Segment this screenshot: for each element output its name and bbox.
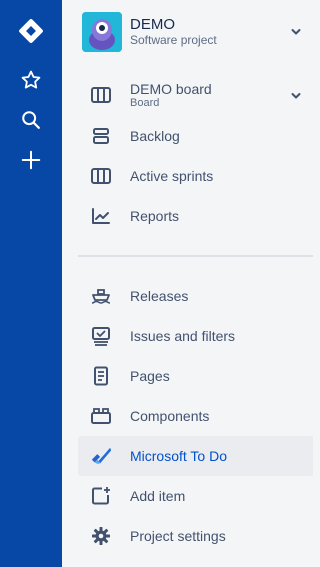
nav-item-label: Pages — [130, 368, 170, 384]
nav-item-label: Components — [130, 408, 210, 424]
nav-item-backlog[interactable]: Backlog — [78, 116, 313, 156]
search-button[interactable] — [0, 100, 62, 140]
nav-item-label: Issues and filters — [130, 328, 236, 344]
nav-item-label: Releases — [130, 288, 189, 304]
issues-icon — [90, 326, 112, 346]
nav-item-active-sprints[interactable]: Active sprints — [78, 156, 313, 196]
nav-item-label: Add item — [130, 488, 186, 504]
project-type: Software project — [130, 33, 217, 47]
nav-item-label: Active sprints — [130, 168, 214, 184]
monster-avatar-icon — [82, 12, 122, 52]
ship-icon — [90, 286, 112, 306]
active-sprints-icon — [90, 166, 112, 186]
board-subtitle: Board — [130, 97, 160, 109]
nav-item-pages[interactable]: Pages — [78, 356, 313, 396]
global-navigation — [0, 0, 62, 567]
nav-item-issues-and-filters[interactable]: Issues and filters — [78, 316, 313, 356]
components-icon — [90, 406, 112, 426]
page-icon — [90, 366, 112, 386]
create-button[interactable] — [0, 140, 62, 180]
add-item-icon — [90, 486, 112, 506]
reports-icon — [90, 206, 112, 226]
project-name: DEMO — [130, 16, 175, 33]
nav-item-label: Reports — [130, 208, 180, 224]
nav-item-project-settings[interactable]: Project settings — [78, 516, 313, 556]
project-switcher[interactable]: DEMO Software project — [82, 12, 313, 52]
board-switcher[interactable]: DEMO board Board — [78, 76, 313, 116]
microsoft-todo-icon — [90, 446, 112, 466]
chevron-down-icon — [290, 26, 302, 38]
board-icon — [90, 85, 112, 105]
nav-item-add-item[interactable]: Add item — [78, 476, 313, 516]
nav-item-label: Backlog — [130, 128, 180, 144]
starred-button[interactable] — [0, 60, 62, 100]
jira-diamond-icon — [17, 17, 45, 45]
plus-icon — [20, 149, 42, 171]
search-icon — [20, 109, 42, 131]
project-avatar — [82, 12, 122, 52]
star-icon — [20, 69, 42, 91]
nav-item-reports[interactable]: Reports — [78, 196, 313, 236]
nav-item-label: Microsoft To Do — [130, 448, 227, 464]
chevron-down-icon — [290, 90, 302, 102]
nav-item-releases[interactable]: Releases — [78, 276, 313, 316]
nav-item-microsoft-to-do[interactable]: Microsoft To Do — [78, 436, 313, 476]
backlog-icon — [90, 126, 112, 146]
board-name: DEMO board — [130, 81, 212, 97]
gear-icon — [90, 526, 112, 546]
nav-item-label: Project settings — [130, 528, 226, 544]
jira-logo-button[interactable] — [0, 11, 62, 51]
nav-item-components[interactable]: Components — [78, 396, 313, 436]
sidebar-divider — [78, 255, 313, 257]
project-sidebar: DEMO Software project DEMO board Board B — [62, 0, 313, 567]
